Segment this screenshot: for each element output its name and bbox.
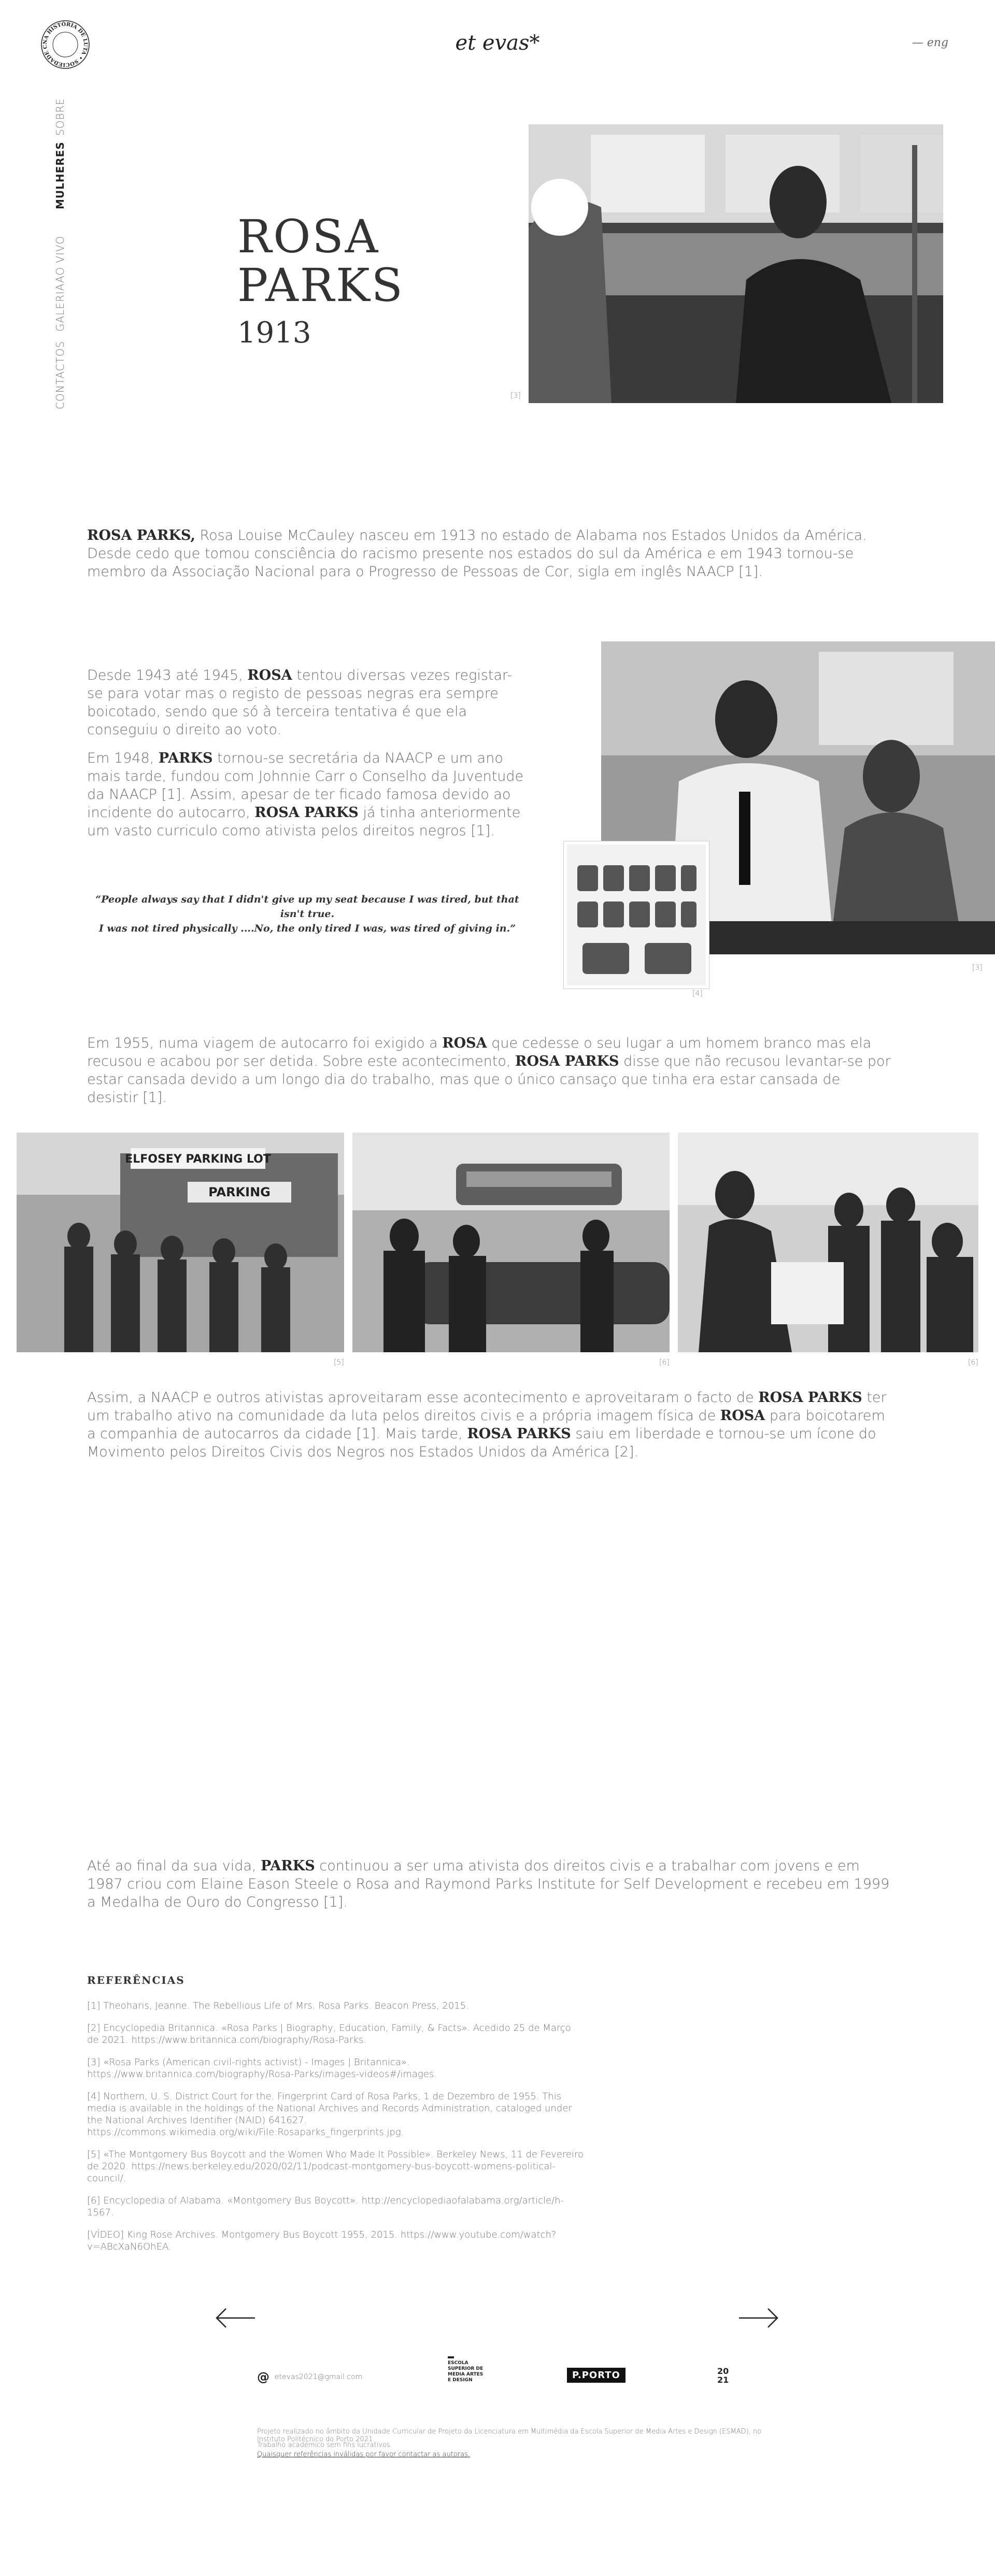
- reference-item[interactable]: [4] Northern, U. S. District Court for t…: [87, 2091, 585, 2138]
- hero-photo: [529, 124, 943, 403]
- reference-item[interactable]: [2] Encyclopedia Britannica. «Rosa Parks…: [87, 2022, 585, 2046]
- language-switch[interactable]: — eng: [912, 36, 948, 49]
- reference-item[interactable]: [VÍDEO] King Rose Archives. Montgomery B…: [87, 2229, 585, 2253]
- text-fragment: Em 1948,: [87, 750, 159, 766]
- reference-item[interactable]: [6] Encyclopedia of Alabama. «Montgomery…: [87, 2195, 585, 2219]
- reference-item[interactable]: [5] «The Montgomery Bus Boycott and the …: [87, 2149, 585, 2184]
- esmad-mark: [448, 2356, 454, 2358]
- fingerprint-card: [564, 841, 709, 989]
- emphasis-parks: PARKS: [158, 750, 213, 766]
- email-text: etevas2021@gmail.com: [275, 2373, 363, 2381]
- gallery-photo-parking-lot: ELFOSEY PARKING LOT PARKING: [17, 1133, 344, 1352]
- gallery-photo-street: [352, 1133, 670, 1352]
- esmad-text: ESCOLA SUPERIOR DE MEDIA ARTES E DESIGN: [448, 2360, 484, 2383]
- gallery-ref-3: [6]: [968, 1358, 978, 1367]
- arrest-photo-ref: [3]: [972, 964, 983, 972]
- esmad-logo[interactable]: ESCOLA SUPERIOR DE MEDIA ARTES E DESIGN: [448, 2356, 484, 2383]
- intro-strong: ROSA PARKS,: [87, 527, 195, 543]
- year-bottom: 21: [717, 2375, 729, 2385]
- gallery-ref-1: [5]: [334, 1358, 344, 1367]
- hero-title: ROSA PARKS: [237, 212, 404, 310]
- text-fragment: Em 1955, numa viagem de autocarro foi ex…: [87, 1035, 443, 1051]
- gallery-sign-2: PARKING: [208, 1185, 271, 1199]
- reference-item[interactable]: [3] «Rosa Parks (American civil-rights a…: [87, 2056, 585, 2080]
- nav-contactos[interactable]: CONTACTOS: [54, 341, 66, 409]
- emphasis-rosa: ROSA: [442, 1035, 487, 1051]
- emphasis-rosa-parks: ROSA PARKS: [254, 805, 359, 821]
- emphasis-rosa-parks: ROSA PARKS: [467, 1426, 571, 1442]
- reference-item: [1] Theoharis, Jeanne. The Rebellious Li…: [87, 2000, 469, 2011]
- porto-logo[interactable]: P.PORTO: [567, 2368, 626, 2383]
- quote-line2: I was not tired physically ....No, the o…: [98, 923, 516, 934]
- gallery-ref-2: [6]: [659, 1358, 670, 1367]
- rosa-quote: “People always say that I didn't give up…: [87, 892, 528, 936]
- nav-ao-vivo[interactable]: AO VIVO: [54, 236, 66, 283]
- next-arrow-icon[interactable]: [738, 2308, 779, 2328]
- text-fragment: Até ao final da sua vida,: [87, 1858, 261, 1874]
- quote-line1: “People always say that I didn't give up…: [95, 894, 519, 920]
- references-title: REFERÊNCIAS: [87, 1974, 185, 1986]
- at-icon: @: [257, 2370, 269, 2384]
- gallery-photo-meeting: [678, 1133, 978, 1352]
- hero-title-line1: ROSA: [237, 210, 380, 263]
- footer-academic-note: Trabalho académico sem fins lucrativos.: [257, 2441, 392, 2449]
- nav-sobre[interactable]: SOBRE: [54, 98, 66, 136]
- emphasis-rosa: ROSA: [247, 667, 292, 683]
- emphasis-rosa: ROSA: [720, 1408, 765, 1424]
- brand-logo[interactable]: et evas*: [0, 31, 995, 55]
- text-fragment: Desde 1943 até 1945,: [87, 667, 248, 683]
- intro-text: Rosa Louise McCauley nasceu em 1913 no e…: [87, 527, 867, 580]
- hero-title-line2: PARKS: [237, 259, 404, 312]
- intro-paragraph: ROSA PARKS, Rosa Louise McCauley nasceu …: [87, 526, 880, 581]
- nav-mulheres[interactable]: MULHERES: [54, 141, 66, 209]
- references-list: [1] Theoharis, Jeanne. The Rebellious Li…: [87, 2000, 585, 2263]
- hero-photo-ref: [3]: [510, 392, 521, 400]
- gallery-sign-1: ELFOSEY PARKING LOT: [125, 1153, 271, 1166]
- emphasis-parks: PARKS: [261, 1858, 315, 1874]
- section2-text: Desde 1943 até 1945, ROSA tentou diversa…: [87, 666, 528, 850]
- fingerprint-ref: [4]: [692, 990, 703, 998]
- emphasis-rosa-parks: ROSA PARKS: [515, 1053, 619, 1069]
- nav-galeria[interactable]: GALERIA: [54, 283, 66, 332]
- hero-year: 1913: [237, 316, 311, 350]
- year-top: 20: [717, 2366, 729, 2376]
- footer-contact-link[interactable]: Quaisquer referências inválidas por favo…: [257, 2451, 470, 2458]
- section3-paragraph: Em 1955, numa viagem de autocarro foi ex…: [87, 1034, 895, 1107]
- text-fragment: Assim, a NAACP e outros ativistas aprove…: [87, 1390, 759, 1406]
- section4-paragraph: Assim, a NAACP e outros ativistas aprove…: [87, 1389, 895, 1461]
- footer-email[interactable]: @ etevas2021@gmail.com: [257, 2370, 362, 2384]
- year-badge: 20 21: [717, 2367, 729, 2384]
- section2-paragraph1: Desde 1943 até 1945, ROSA tentou diversa…: [87, 666, 528, 739]
- emphasis-rosa-parks: ROSA PARKS: [758, 1390, 862, 1406]
- section5-paragraph: Até ao final da sua vida, PARKS continuo…: [87, 1857, 895, 1911]
- previous-arrow-icon[interactable]: [215, 2308, 256, 2328]
- section2-paragraph2: Em 1948, PARKS tornou-se secretária da N…: [87, 749, 528, 840]
